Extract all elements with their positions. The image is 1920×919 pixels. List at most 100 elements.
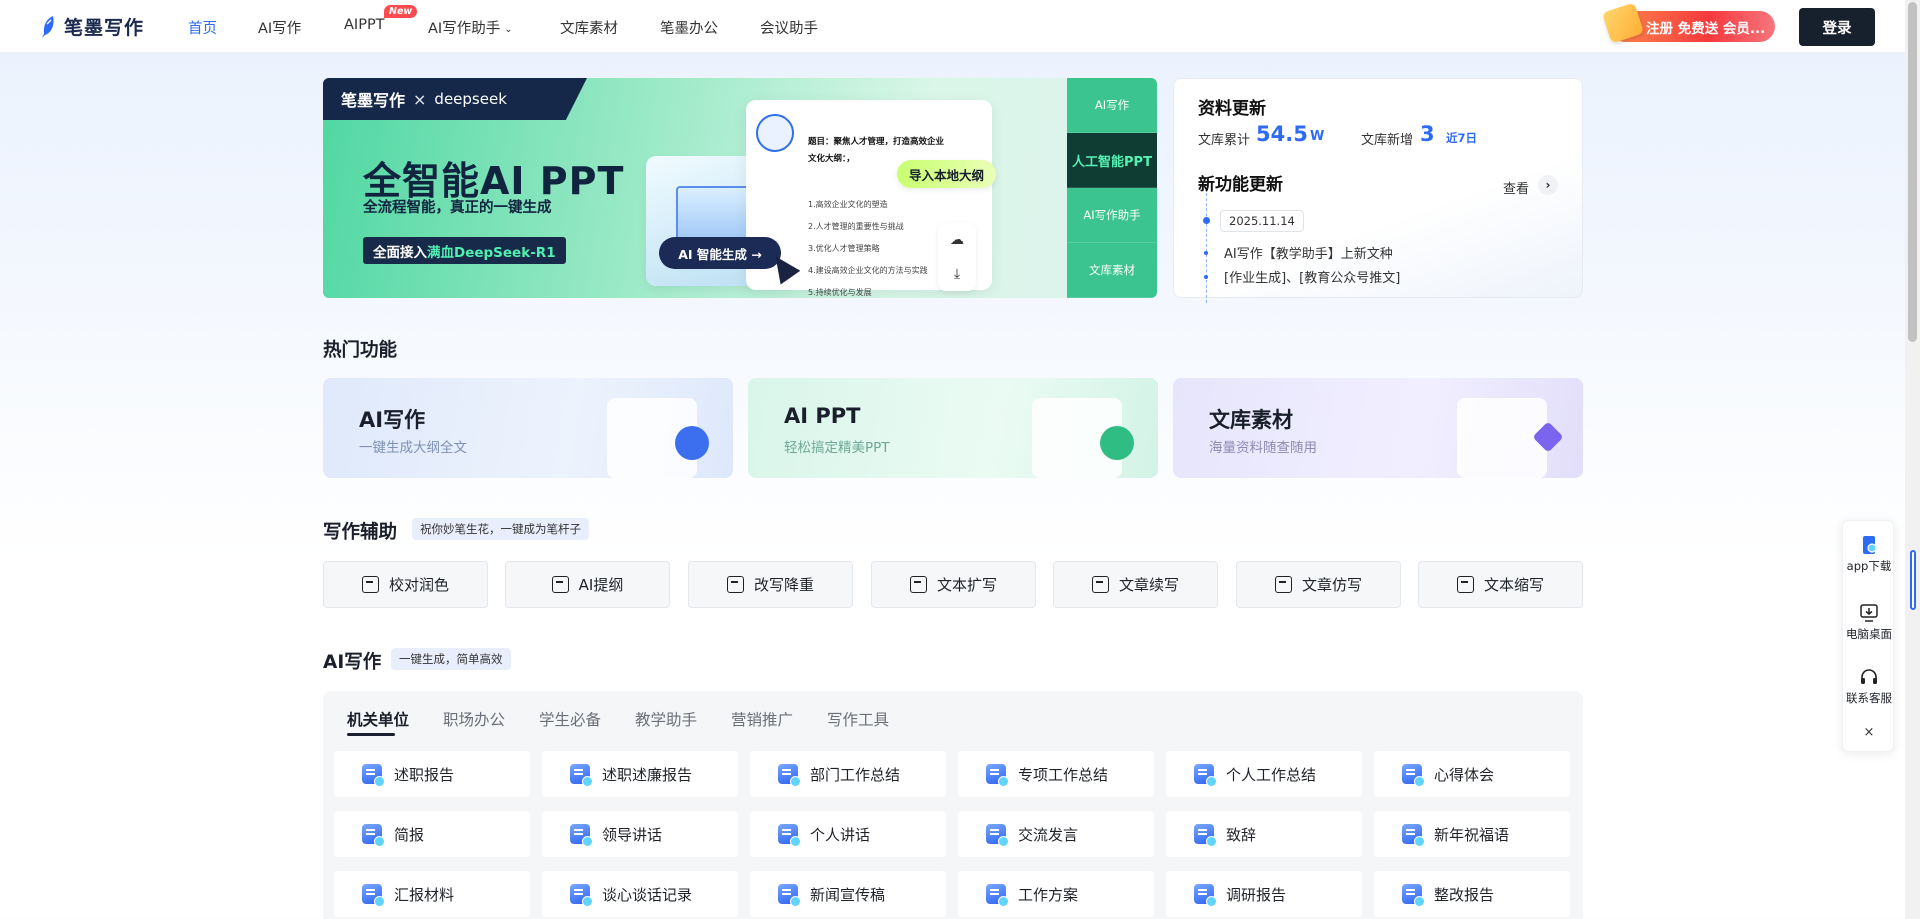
tool-ai-outline[interactable]: AI提纲 [505,561,670,608]
template-item[interactable]: 专项工作总结 [958,751,1154,797]
desktop-shortcut-button[interactable]: 电脑桌面 [1843,603,1895,642]
hot-card-subtitle: 一键生成大纲全文 [359,440,467,456]
chevron-right-icon[interactable]: › [1538,175,1558,195]
banner-subtitle: 全流程智能，真正的一键生成 [363,200,552,216]
app-download-button[interactable]: app下载 [1843,535,1895,574]
condense-icon [1456,576,1474,593]
upload-download-icons: ☁ ⤓ [938,223,976,291]
update-date: 2025.11.14 [1220,210,1304,232]
tool-condense[interactable]: 文本缩写 [1418,561,1583,608]
register-promo-button[interactable]: 注册 免费送 会员... [1601,2,1775,44]
nav-home[interactable]: 首页 [188,17,217,38]
nav-aippt[interactable]: AIPPT [344,17,385,33]
tab-teaching[interactable]: 教学助手 [635,708,697,730]
scrollbar-thumb[interactable] [1908,2,1917,342]
template-item[interactable]: 述职报告 [334,751,530,797]
doc-icon [778,764,801,787]
template-item[interactable]: 简报 [334,811,530,857]
hot-card-ai-writing[interactable]: AI写作 一键生成大纲全文 [323,378,733,478]
tab-writing-tools[interactable]: 写作工具 [827,708,889,730]
nav-ai-writing[interactable]: AI写作 [258,17,301,38]
doc-icon [986,824,1009,847]
timeline-dot [1204,251,1208,255]
updates-card: 资料更新 文库累计 54.5 W 文库新增 3 近7日 新功能更新 查看 › 2… [1173,78,1583,303]
template-item[interactable]: 部门工作总结 [750,751,946,797]
template-label: 简报 [394,825,425,844]
template-item[interactable]: 心得体会 [1374,751,1570,797]
new-period: 近7日 [1446,131,1478,145]
hot-card-title: AI PPT [784,404,861,428]
tab-government[interactable]: 机关单位 [347,708,409,730]
template-item[interactable]: 述职述廉报告 [542,751,738,797]
customer-service-button[interactable]: 联系客服 [1843,667,1895,706]
template-item[interactable]: 致辞 [1166,811,1362,857]
template-item[interactable]: 个人讲话 [750,811,946,857]
hot-card-title: AI写作 [359,408,426,432]
brand-logo[interactable]: 笔墨写作 [38,13,144,40]
template-item[interactable]: 调研报告 [1166,871,1362,917]
new-badge: New [384,5,418,18]
login-button[interactable]: 登录 [1799,8,1875,46]
close-icon[interactable]: × [1843,725,1895,740]
doc-icon [1194,884,1217,907]
nav-office[interactable]: 笔墨办公 [660,17,718,38]
template-item[interactable]: 汇报材料 [334,871,530,917]
hero-banner[interactable]: 笔墨写作 × deepseek 全智能AI PPT 全流程智能，真正的一键生成 … [323,78,1157,298]
nav-ai-assistant[interactable]: AI写作助手 ⌄ [428,17,513,38]
tool-proofread[interactable]: 校对润色 [323,561,488,608]
nav-library[interactable]: 文库素材 [560,17,618,38]
template-label: 调研报告 [1226,885,1287,904]
tool-label: 校对润色 [388,576,449,594]
banner-tab-ai-assistant[interactable]: AI写作助手 [1067,188,1157,243]
tab-students[interactable]: 学生必备 [539,708,601,730]
floating-scroll-indicator[interactable] [1910,550,1916,610]
tool-rewrite[interactable]: 改写降重 [688,561,853,608]
clipboard-icon [551,576,569,593]
floating-toolbar: app下载 电脑桌面 联系客服 × [1842,520,1894,752]
template-label: 述职报告 [394,765,455,784]
doc-icon [986,764,1009,787]
hot-card-library[interactable]: 文库素材 海量资料随查随用 [1173,378,1583,478]
tool-label: 文章续写 [1118,576,1179,594]
banner-tab-library[interactable]: 文库素材 [1067,243,1157,298]
doc-icon [362,884,385,907]
new-value: 3 [1420,122,1435,146]
template-item[interactable]: 谈心谈话记录 [542,871,738,917]
tool-imitate[interactable]: 文章仿写 [1236,561,1401,608]
active-tab-indicator [347,733,395,736]
template-item[interactable]: 工作方案 [958,871,1154,917]
template-item[interactable]: 新年祝福语 [1374,811,1570,857]
deepseek-chip: 全面接入 满血DeepSeek-R1 [363,237,566,264]
outline-line: 4.建设高效企业文化的方法与实践 [808,266,928,275]
nav-meeting[interactable]: 会议助手 [760,17,818,38]
expand-icon [909,576,927,593]
check-icon [1100,426,1134,460]
template-item[interactable]: 新闻宣传稿 [750,871,946,917]
template-item[interactable]: 整改报告 [1374,871,1570,917]
tab-workplace[interactable]: 职场办公 [443,708,505,730]
tab-marketing[interactable]: 营销推广 [731,708,793,730]
document-icon [756,114,794,152]
document-cursor-icon [1457,398,1564,478]
template-label: 致辞 [1226,825,1257,844]
doc-icon [986,884,1009,907]
continue-icon [1091,576,1109,593]
template-item[interactable]: 领导讲话 [542,811,738,857]
template-item[interactable]: 个人工作总结 [1166,751,1362,797]
hot-card-ai-ppt[interactable]: AI PPT 轻松搞定精美PPT [748,378,1158,478]
view-link[interactable]: 查看 [1503,178,1529,197]
ai-writing-title: AI写作 [323,652,382,673]
tool-continue[interactable]: 文章续写 [1053,561,1218,608]
feature-update-title: 新功能更新 [1198,175,1283,195]
template-label: 新年祝福语 [1434,825,1510,844]
banner-tab-ai-writing[interactable]: AI写作 [1067,78,1157,133]
gift-icon [1601,2,1645,44]
customer-service-label: 联系客服 [1846,691,1892,705]
template-item[interactable]: 交流发言 [958,811,1154,857]
tool-label: 文本扩写 [936,576,997,594]
tool-expand[interactable]: 文本扩写 [871,561,1036,608]
doc-icon [570,824,593,847]
doc-icon [1194,824,1217,847]
banner-tab-ai-ppt[interactable]: 人工智能PPT [1067,133,1157,188]
hot-card-subtitle: 轻松搞定精美PPT [784,440,890,456]
